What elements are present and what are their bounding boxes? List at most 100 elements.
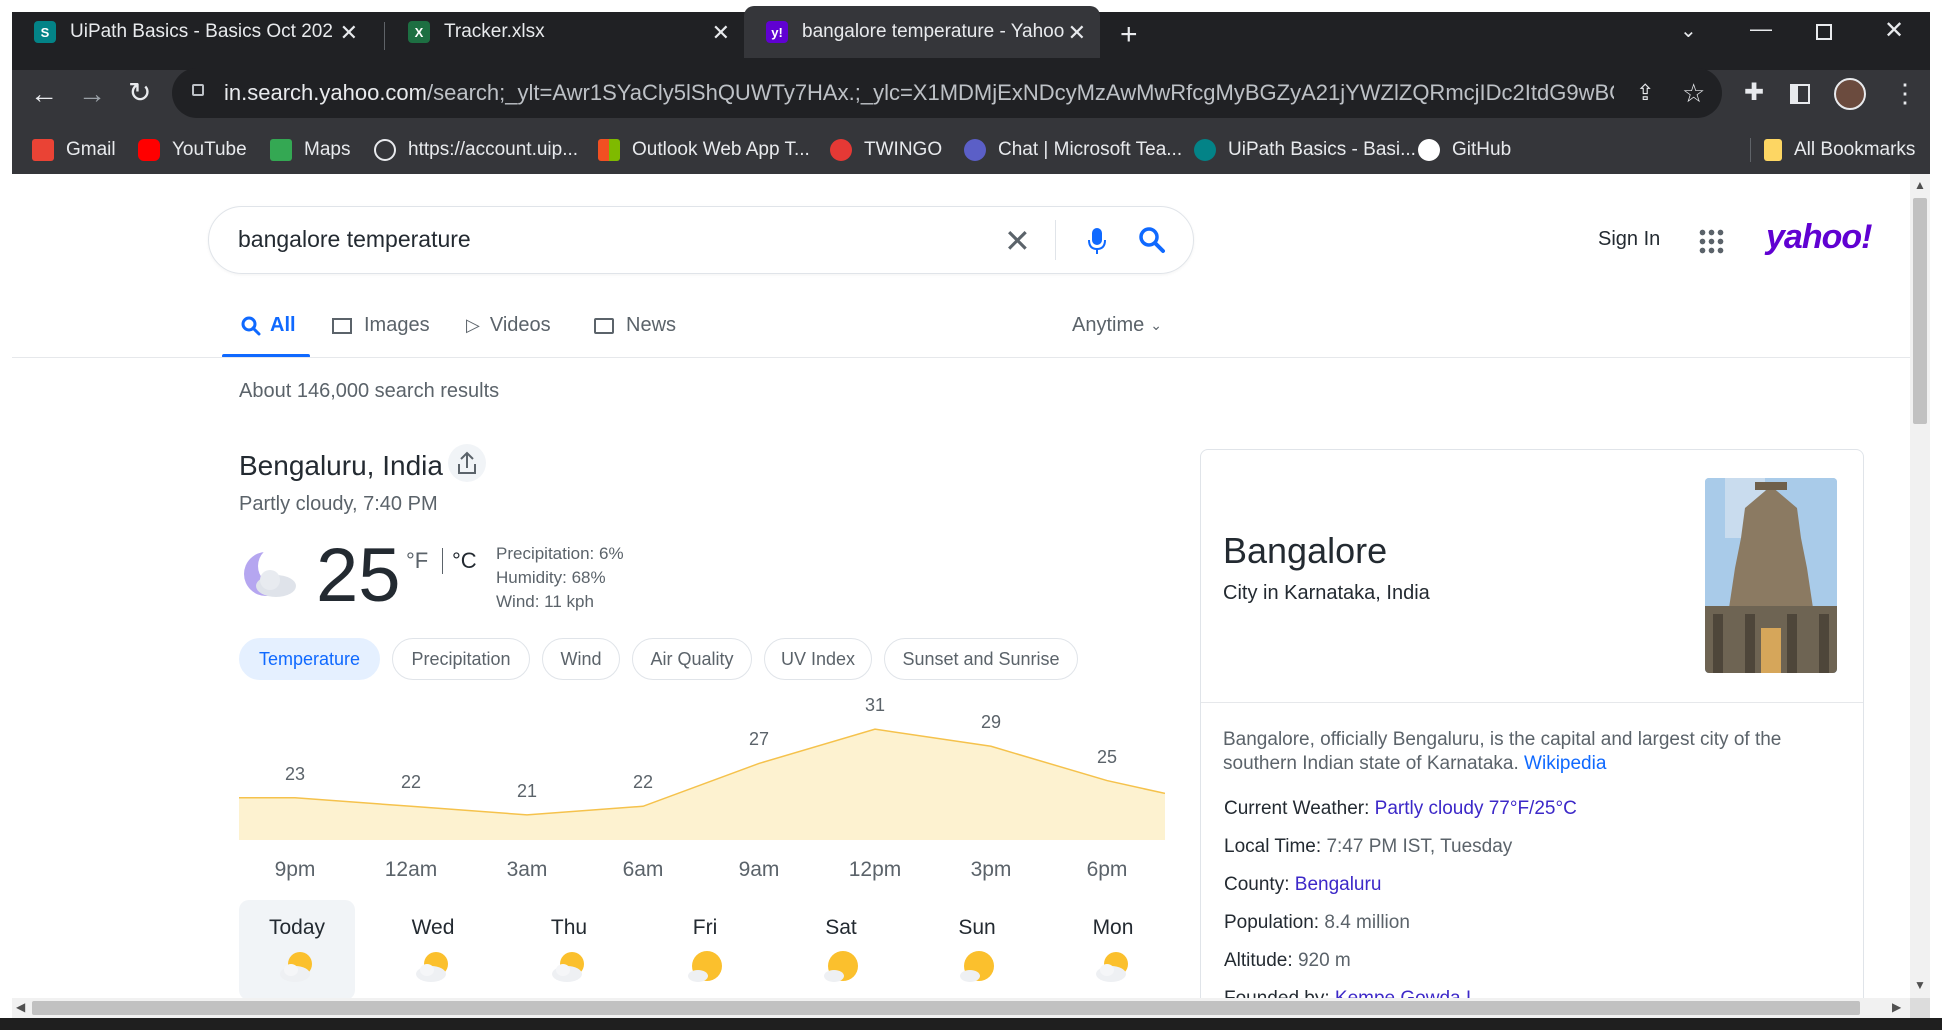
- excel-icon: X: [408, 21, 430, 43]
- close-tab-icon[interactable]: ✕: [1068, 20, 1086, 46]
- day-forecast-today[interactable]: Today: [239, 900, 355, 1000]
- fact-value-link[interactable]: Partly cloudy 77°F/25°C: [1375, 798, 1577, 819]
- bookmark-gmail[interactable]: Gmail: [32, 134, 116, 166]
- new-tab-button[interactable]: +: [1120, 18, 1138, 52]
- extensions-icon[interactable]: ✚: [1744, 78, 1764, 107]
- bookmark-outlook[interactable]: Outlook Web App T...: [598, 134, 810, 166]
- search-input[interactable]: bangalore temperature: [238, 226, 471, 253]
- hour-label: 9am: [738, 858, 780, 881]
- tab-uipath-basics[interactable]: S UiPath Basics - Basics Oct 2023 - ✕: [12, 6, 372, 58]
- vertical-scroll-thumb[interactable]: [1913, 198, 1927, 424]
- day-label: Wed: [411, 916, 455, 939]
- fact-county: County: Bengaluru: [1224, 874, 1381, 896]
- kp-temple-image[interactable]: [1705, 478, 1837, 673]
- celsius-toggle[interactable]: °C: [452, 548, 477, 574]
- scroll-up-arrow-icon[interactable]: ▲: [1914, 178, 1926, 192]
- bookmark-twingo[interactable]: TWINGO: [830, 134, 942, 166]
- close-tab-icon[interactable]: ✕: [712, 20, 730, 46]
- menu-kebab-icon[interactable]: ⋮: [1892, 78, 1918, 109]
- pill-sunset-sunrise[interactable]: Sunset and Sunrise: [884, 638, 1078, 680]
- image-icon: [332, 317, 352, 334]
- close-window-icon[interactable]: ✕: [1884, 16, 1904, 45]
- fact-label: Population:: [1224, 912, 1320, 933]
- tab-images[interactable]: Images: [332, 314, 430, 337]
- bookmark-teams[interactable]: Chat | Microsoft Tea...: [964, 134, 1182, 166]
- all-bookmarks[interactable]: All Bookmarks: [1764, 134, 1915, 166]
- hour-label: 12am: [384, 858, 438, 881]
- day-forecast-fri[interactable]: Fri: [647, 900, 763, 1000]
- tab-tracker-xlsx[interactable]: X Tracker.xlsx ✕: [386, 6, 744, 58]
- day-forecast-sat[interactable]: Sat: [783, 900, 899, 1000]
- yahoo-logo[interactable]: yahoo!: [1766, 218, 1872, 257]
- hour-label: 6am: [622, 858, 664, 881]
- lock-icon[interactable]: [192, 84, 204, 96]
- side-panel-icon[interactable]: [1790, 84, 1810, 104]
- clear-search-icon[interactable]: ✕: [1004, 222, 1031, 260]
- url-path: /search;_ylt=Awr1SYaCly5lShQUWTy7HAx.;_y…: [427, 80, 1614, 105]
- day-forecast-wed[interactable]: Wed: [375, 900, 491, 1000]
- bookmark-label: TWINGO: [864, 139, 943, 160]
- url-host: in.search.yahoo.com: [224, 80, 427, 105]
- pill-uv-index[interactable]: UV Index: [764, 638, 872, 680]
- temperature-data-label: 31: [864, 695, 886, 716]
- sign-in-link[interactable]: Sign In: [1598, 228, 1660, 251]
- profile-avatar[interactable]: [1834, 78, 1866, 110]
- news-icon: [594, 317, 614, 334]
- close-tab-icon[interactable]: ✕: [340, 20, 358, 46]
- tab-search-icon[interactable]: ⌄: [1680, 18, 1697, 43]
- restore-icon[interactable]: [1816, 24, 1832, 40]
- scroll-down-arrow-icon[interactable]: ▼: [1914, 978, 1926, 992]
- tab-videos[interactable]: ▷ Videos: [466, 314, 551, 337]
- forward-icon[interactable]: →: [78, 78, 106, 110]
- url-text[interactable]: in.search.yahoo.com/search;_ylt=Awr1SYaC…: [224, 80, 1614, 106]
- minimize-icon[interactable]: —: [1750, 16, 1772, 42]
- taskbar-edge: [0, 1018, 1942, 1030]
- wikipedia-link[interactable]: Wikipedia: [1524, 753, 1606, 774]
- reload-icon[interactable]: ↻: [128, 76, 151, 109]
- tab-news[interactable]: News: [594, 314, 676, 337]
- day-forecast-sun[interactable]: Sun: [919, 900, 1035, 1000]
- tab-label: All: [270, 314, 296, 336]
- tab-yahoo-search[interactable]: y! bangalore temperature - Yahoo ✕: [744, 6, 1100, 58]
- sun-cloud-icon: [824, 951, 858, 982]
- bookmark-maps[interactable]: Maps: [270, 134, 350, 166]
- bookmark-github[interactable]: GitHub: [1418, 134, 1511, 166]
- share-icon[interactable]: ⇪: [1636, 80, 1654, 106]
- hour-label: 3am: [506, 858, 548, 881]
- bookmark-youtube[interactable]: YouTube: [138, 134, 247, 166]
- bookmark-account-uipath[interactable]: https://account.uip...: [374, 134, 578, 166]
- pill-air-quality[interactable]: Air Quality: [632, 638, 752, 680]
- time-filter-dropdown[interactable]: Anytime ⌄: [1072, 314, 1162, 337]
- pill-wind[interactable]: Wind: [542, 638, 620, 680]
- day-label: Today: [268, 916, 326, 939]
- day-forecast-mon[interactable]: Mon: [1055, 900, 1171, 1000]
- kp-subtitle: City in Karnataka, India: [1223, 582, 1430, 604]
- microphone-icon[interactable]: [1086, 226, 1108, 256]
- day-forecast-thu[interactable]: Thu: [511, 900, 627, 1000]
- partly-cloudy-night-icon: [244, 548, 298, 597]
- yahoo-icon: y!: [766, 21, 788, 43]
- fahrenheit-toggle[interactable]: °F: [406, 548, 428, 574]
- search-icon[interactable]: [1138, 226, 1166, 254]
- apps-grid-icon[interactable]: [1698, 228, 1724, 254]
- back-icon[interactable]: ←: [30, 78, 58, 110]
- pill-temperature[interactable]: Temperature: [239, 638, 380, 680]
- fact-value-link[interactable]: Bengaluru: [1295, 874, 1382, 895]
- sharepoint-icon: S: [34, 21, 56, 43]
- kp-title: Bangalore: [1223, 530, 1388, 571]
- fact-local-time: Local Time: 7:47 PM IST, Tuesday: [1224, 836, 1512, 858]
- pill-precipitation[interactable]: Precipitation: [392, 638, 530, 680]
- hour-label: 12pm: [848, 858, 902, 881]
- share-button[interactable]: [448, 444, 486, 482]
- scroll-left-arrow-icon[interactable]: ◀: [16, 1000, 25, 1014]
- bookmark-star-icon[interactable]: ☆: [1682, 78, 1705, 109]
- tab-all[interactable]: All: [240, 314, 296, 337]
- teams-icon: [964, 139, 986, 161]
- maps-icon: [270, 139, 292, 161]
- hour-label: 6pm: [1086, 858, 1128, 881]
- sun-cloud-icon: [688, 951, 722, 982]
- horizontal-scroll-thumb[interactable]: [32, 1001, 1860, 1015]
- scroll-right-arrow-icon[interactable]: ▶: [1892, 1000, 1901, 1014]
- bookmark-uipath-basics[interactable]: UiPath Basics - Basi...: [1194, 134, 1416, 166]
- tab-title: bangalore temperature - Yahoo: [802, 21, 1064, 42]
